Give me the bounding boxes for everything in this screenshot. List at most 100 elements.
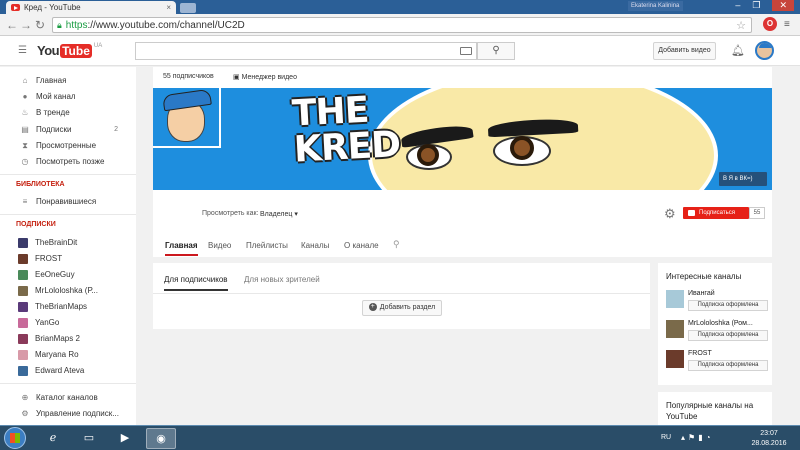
sidebar-item-liked[interactable]: ≡ Понравившиеся — [0, 194, 136, 209]
logo-region: UA — [93, 43, 103, 49]
url-input[interactable]: 🔒︎ https ://www.youtube.com/channel/UC2D… — [52, 17, 752, 33]
youtube-logo[interactable]: You Tube UA — [37, 43, 102, 58]
logo-tube-text: Tube — [60, 43, 92, 58]
tab-channels[interactable]: Каналы — [301, 241, 329, 250]
flame-icon: ♨ — [21, 108, 29, 117]
tab-close-icon[interactable]: × — [166, 3, 171, 12]
sidebar-sub-item[interactable]: Maryana Ro — [0, 347, 136, 362]
bookmark-star-icon[interactable]: ☆ — [736, 19, 746, 32]
related-channel-item[interactable]: FROST Подписка оформлена — [666, 350, 770, 380]
sidebar-item-channel-catalog[interactable]: ⊕ Каталог каналов — [0, 390, 136, 405]
new-tab-button[interactable] — [180, 3, 196, 13]
sidebar-sub-item[interactable]: MrLololoshka (Р... — [0, 283, 136, 298]
language-indicator[interactable]: RU — [661, 434, 671, 441]
subtab-subscribers[interactable]: Для подписчиков — [164, 275, 228, 291]
system-clock[interactable]: 23:07 28.08.2016 — [748, 429, 790, 449]
related-channel-item[interactable]: Ивангай Подписка оформлена — [666, 290, 770, 320]
sidebar-sub-item[interactable]: YanGo — [0, 315, 136, 330]
avatar-hat — [162, 88, 212, 112]
browser-menu-icon[interactable]: ≡ — [784, 19, 790, 30]
chrome-icon[interactable]: ◉ — [146, 428, 176, 449]
subscribed-button[interactable]: Подписка оформлена — [688, 360, 768, 371]
popular-channels-heading: Популярные каналы на YouTube — [666, 401, 754, 421]
sidebar-item-label: MrLololoshka (Р... — [35, 286, 98, 295]
sidebar-sub-item[interactable]: TheBrianMaps — [0, 299, 136, 314]
account-avatar[interactable] — [755, 41, 774, 60]
playlist-icon: ≡ — [22, 197, 28, 206]
subscribed-button[interactable]: Подписка оформлена — [688, 330, 768, 341]
sidebar-sub-item[interactable]: EeOneGuy — [0, 267, 136, 282]
channel-settings-gear-icon[interactable]: ⚙ — [664, 206, 676, 222]
tab-playlists[interactable]: Плейлисты — [246, 241, 288, 250]
sidebar-item-label: FROST — [35, 254, 63, 263]
channel-banner: THE KRED В Я в ВК=) — [153, 88, 772, 190]
guide-menu-icon[interactable]: ☰ — [18, 45, 27, 56]
add-section-button[interactable]: + Добавить раздел — [362, 300, 442, 316]
library-heading: БИБЛИОТЕКА — [16, 181, 65, 188]
related-channel-name[interactable]: FROST — [688, 350, 712, 357]
search-button[interactable]: ⚲ — [477, 42, 515, 60]
notifications-bell-icon[interactable]: 🔔︎ — [731, 44, 745, 57]
file-explorer-icon[interactable]: ▭ — [74, 428, 104, 449]
video-manager-link[interactable]: ▣ Менеджер видео — [233, 73, 297, 81]
minimize-icon[interactable]: ‒ — [735, 0, 740, 11]
internet-explorer-icon[interactable]: ℯ — [38, 428, 68, 449]
back-arrow-icon[interactable]: ← — [6, 18, 18, 32]
sidebar-item-manage-subscriptions[interactable]: ⚙ Управление подписк... — [0, 406, 136, 421]
extension-icon[interactable]: O — [763, 17, 777, 31]
tab-videos[interactable]: Видео — [208, 241, 231, 250]
media-player-icon[interactable]: ▶ — [110, 428, 140, 449]
browser-tab[interactable]: Кред - YouTube × — [6, 1, 176, 14]
sidebar-sub-item[interactable]: Edward Ateva — [0, 363, 136, 378]
start-button[interactable] — [4, 427, 26, 449]
tab-about[interactable]: О канале — [344, 241, 379, 250]
subtab-new-viewers[interactable]: Для новых зрителей — [244, 275, 320, 284]
subscribe-button[interactable]: Подписаться — [683, 207, 749, 219]
subscribed-button[interactable]: Подписка оформлена — [688, 300, 768, 311]
search-input[interactable] — [135, 42, 477, 60]
tray-icons[interactable]: ▴⚑▮◔ — [681, 433, 713, 442]
clock-time: 23:07 — [760, 430, 778, 437]
keyboard-icon[interactable] — [460, 47, 472, 55]
logo-you-text: You — [37, 43, 60, 58]
banner-title: THE KRED — [291, 89, 402, 171]
sidebar-divider — [0, 383, 136, 384]
channel-avatar-large[interactable] — [153, 88, 221, 148]
sidebar-item-history[interactable]: ⧗ Просмотренные — [0, 138, 136, 153]
related-channel-name[interactable]: Ивангай — [688, 290, 715, 297]
tab-home[interactable]: Главная — [165, 241, 198, 256]
subscriber-count: 55 подписчиков — [163, 73, 214, 80]
sidebar-sub-item[interactable]: FROST — [0, 251, 136, 266]
url-path: ://www.youtube.com/channel/UC2D — [87, 19, 245, 31]
sidebar-item-label: Посмотреть позже — [36, 157, 105, 166]
sidebar-item-trending[interactable]: ♨ В тренде — [0, 105, 136, 120]
upload-button[interactable]: Добавить видео — [653, 42, 716, 60]
sidebar-sub-item[interactable]: TheBrainDit — [0, 235, 136, 250]
sidebar-item-label: Управление подписк... — [36, 409, 119, 418]
browser-tab-strip: Кред - YouTube × Ekaterina Kalinina ‒ ❐ … — [0, 0, 800, 14]
clock-date: 28.08.2016 — [751, 440, 787, 447]
forward-arrow-icon[interactable]: → — [20, 18, 32, 32]
channel-avatar — [18, 333, 28, 344]
vk-link[interactable]: В Я в ВК=) — [719, 172, 767, 186]
channel-avatar — [666, 290, 684, 308]
reload-icon[interactable]: ↻ — [35, 18, 45, 32]
content-divider — [153, 293, 650, 294]
sidebar-item-my-channel[interactable]: ● Мой канал — [0, 89, 136, 104]
sidebar-divider — [0, 174, 136, 175]
view-as-dropdown[interactable]: Владелец ▾ — [260, 210, 298, 218]
close-window-icon[interactable]: ✕ — [772, 0, 794, 11]
maximize-icon[interactable]: ❐ — [752, 0, 760, 11]
channel-avatar — [18, 285, 28, 296]
related-channel-name[interactable]: MrLololoshka (Ром... — [688, 320, 753, 327]
banner-pupil-left — [417, 144, 439, 166]
sidebar-sub-item[interactable]: BrianMaps 2 — [0, 331, 136, 346]
channel-search-icon[interactable]: ⚲ — [393, 239, 400, 250]
channel-avatar — [18, 365, 28, 376]
sidebar-item-watch-later[interactable]: ◷ Посмотреть позже — [0, 154, 136, 169]
sidebar-item-subscriptions[interactable]: ▤ Подписки 2 — [0, 122, 136, 137]
sidebar-item-home[interactable]: ⌂ Главная — [0, 73, 136, 88]
channel-bar: Просмотреть как: Владелец ▾ ⚙ Подписатьс… — [153, 190, 772, 257]
related-channel-item[interactable]: MrLololoshka (Ром... Подписка оформлена — [666, 320, 770, 350]
address-bar-row: ← → ↻ 🔒︎ https ://www.youtube.com/channe… — [0, 14, 800, 36]
